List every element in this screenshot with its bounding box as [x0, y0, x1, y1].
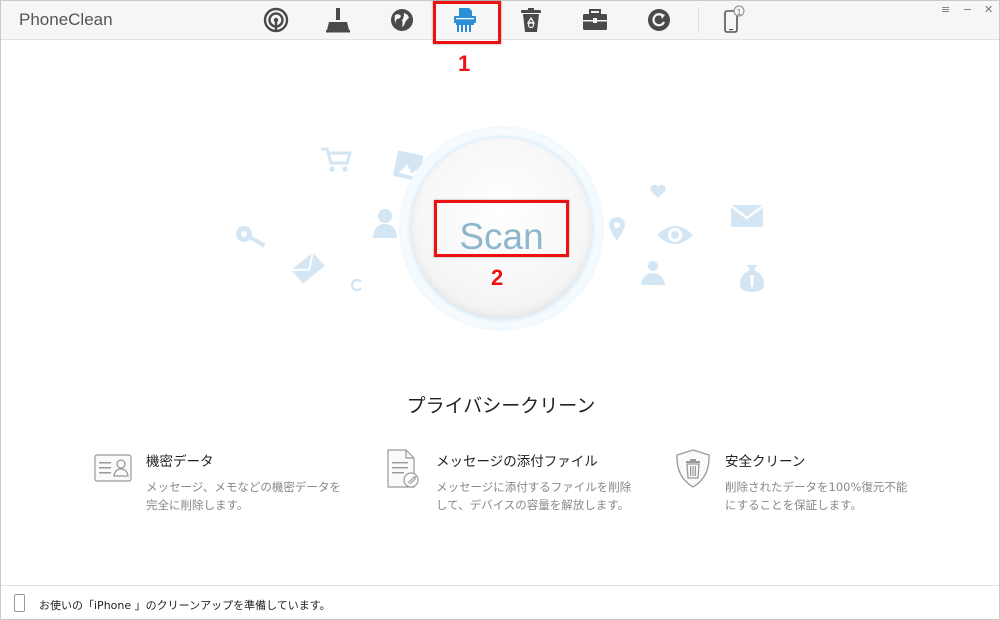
location-pin-icon — [609, 217, 625, 241]
feature-description-line: にすることを保証します。 — [725, 498, 862, 512]
people-icon — [641, 261, 665, 285]
device-count-badge: 1 — [736, 8, 742, 17]
feature-description-line: 削除されたデータを100%復元不能 — [725, 480, 908, 494]
small-refresh-icon — [350, 278, 362, 292]
toolbox-icon[interactable] — [578, 4, 612, 36]
money-bag-icon — [739, 265, 765, 292]
feature-description-line: して、デバイスの容量を解放します。 — [436, 498, 630, 512]
shield-trash-icon — [676, 449, 710, 488]
feature-description: メッセージに添付するファイルを削除 して、デバイスの容量を解放します。 — [436, 478, 631, 514]
contact-card-icon — [94, 454, 132, 482]
feature-description: 削除されたデータを100%復元不能 にすることを保証します。 — [725, 478, 907, 514]
feature-description-line: 完全に削除します。 — [146, 498, 249, 512]
mail-icon — [730, 205, 764, 227]
feature-description-line: メッセージ、メモなどの機密データを — [146, 480, 341, 494]
key-icon — [236, 226, 266, 248]
shopping-cart-icon — [321, 147, 353, 172]
feature-title: 機密データ — [146, 454, 214, 470]
annotation-number-2: 2 — [491, 265, 504, 290]
annotation-box-2 — [434, 200, 569, 257]
radar-icon[interactable] — [259, 4, 293, 36]
annotation-box-1 — [433, 1, 501, 44]
feature-description-line: メッセージに添付するファイルを削除 — [436, 480, 632, 494]
refresh-circle-icon[interactable] — [642, 4, 676, 36]
globe-icon[interactable] — [385, 4, 419, 36]
envelope-tilted-icon — [291, 251, 325, 284]
phone-icon[interactable]: 1 — [716, 4, 750, 36]
section-title: プライバシークリーン — [406, 395, 596, 417]
eye-icon — [657, 226, 693, 244]
recycle-bin-icon[interactable] — [514, 4, 548, 36]
feature-description: メッセージ、メモなどの機密データを 完全に削除します。 — [146, 478, 341, 514]
feature-title: 安全クリーン — [725, 454, 806, 470]
status-text: お使いの「iPhone 」のクリーンアップを準備しています。 — [39, 599, 331, 612]
phone-status-icon — [14, 594, 25, 612]
attachment-document-icon — [387, 449, 419, 488]
feature-title: メッセージの添付ファイル — [436, 454, 598, 470]
broom-icon[interactable] — [321, 4, 355, 36]
contact-icon — [373, 209, 397, 238]
status-bar: お使いの「iPhone 」のクリーンアップを準備しています。 — [1, 585, 999, 619]
toolbar-divider — [698, 7, 699, 33]
app-title: PhoneClean — [19, 10, 113, 29]
minimize-button[interactable]: − — [963, 3, 972, 16]
app-window: PhoneClean 1 ≡ − ✕ 1 Scan 2 プライバシークリーン 機… — [0, 0, 1000, 620]
heart-icon — [650, 184, 666, 198]
close-button[interactable]: ✕ — [984, 3, 993, 16]
menu-button[interactable]: ≡ — [941, 3, 950, 16]
annotation-number-1: 1 — [458, 51, 471, 76]
